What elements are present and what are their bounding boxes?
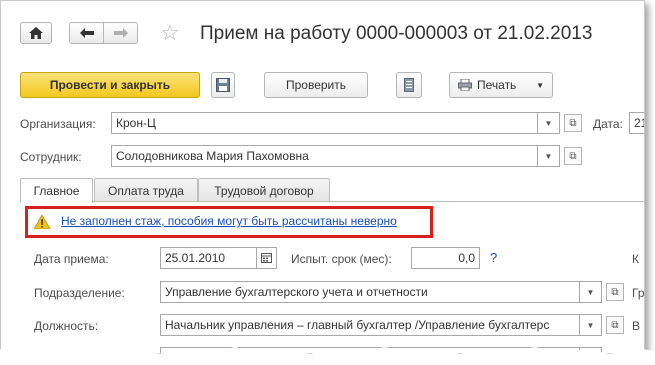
open-link-icon: ⧉ <box>569 150 577 162</box>
chevron-down-icon: ▼ <box>586 320 595 330</box>
save-button[interactable] <box>211 72 235 98</box>
probation-label: Испыт. срок (мес): <box>291 252 392 266</box>
warning-link[interactable]: Не заполнен стаж, пособия могут быть рас… <box>61 214 397 228</box>
employee-field[interactable]: Солодовникова Мария Пахомовна <box>111 145 538 167</box>
probation-help[interactable]: ? <box>490 250 497 265</box>
cut-off-label-2: Гр <box>632 286 645 300</box>
hire-date-label: Дата приема: <box>34 252 109 266</box>
tab-payment[interactable]: Оплата труда <box>94 178 198 202</box>
tab-divider <box>20 201 644 202</box>
tab-labor-contract[interactable]: Трудовой договор <box>198 178 330 202</box>
tab-main[interactable]: Главное <box>20 178 93 203</box>
department-label: Подразделение: <box>34 286 125 300</box>
print-label: Печать <box>477 78 517 92</box>
chevron-down-icon: ▼ <box>536 80 544 90</box>
home-button[interactable] <box>20 22 52 44</box>
document-window: ☆ Прием на работу 0000-000003 от 21.02.2… <box>0 0 645 354</box>
page-title: Прием на работу 0000-000003 от 21.02.201… <box>200 23 593 44</box>
home-icon <box>29 27 43 39</box>
cut-off-label-3: В <box>632 319 641 333</box>
department-dropdown[interactable]: ▼ <box>580 281 602 303</box>
organization-field[interactable]: Крон-Ц <box>111 112 538 134</box>
organization-open-button[interactable]: ⧉ <box>564 114 582 132</box>
hire-date-calendar-button[interactable] <box>257 247 277 269</box>
position-open-button[interactable]: ⧉ <box>606 316 624 334</box>
position-field[interactable]: Начальник управления – главный бухгалтер… <box>160 314 580 336</box>
department-open-button[interactable]: ⧉ <box>606 283 624 301</box>
probation-field[interactable]: 0,0 <box>411 247 480 269</box>
chevron-down-icon: ▼ <box>544 118 553 128</box>
arrow-right-icon <box>113 28 128 38</box>
document-journal-button[interactable] <box>396 72 422 98</box>
position-dropdown[interactable]: ▼ <box>580 314 602 336</box>
open-link-icon: ⧉ <box>569 117 577 129</box>
post-and-close-button[interactable]: Провести и закрыть <box>20 72 200 98</box>
back-button[interactable] <box>69 22 104 44</box>
print-button[interactable]: Печать ▼ <box>449 72 553 98</box>
torn-edge <box>0 347 655 365</box>
date-field[interactable]: 21 <box>629 112 644 134</box>
cut-off-label-1: К <box>632 252 639 266</box>
open-link-icon: ⧉ <box>611 286 619 298</box>
position-label: Должность: <box>34 319 99 333</box>
organization-label: Организация: <box>20 117 96 131</box>
chevron-down-icon: ▼ <box>586 287 595 297</box>
calendar-icon <box>261 253 272 263</box>
list-document-icon <box>404 78 414 92</box>
employee-dropdown[interactable]: ▼ <box>538 145 560 167</box>
floppy-disk-icon <box>216 78 230 92</box>
employee-open-button[interactable]: ⧉ <box>564 147 582 165</box>
chevron-down-icon: ▼ <box>544 151 553 161</box>
arrow-left-icon <box>79 28 94 38</box>
hire-date-field[interactable]: 25.01.2010 <box>160 247 257 269</box>
department-field[interactable]: Управление бухгалтерского учета и отчетн… <box>160 281 580 303</box>
open-link-icon: ⧉ <box>611 319 619 331</box>
favorite-star-icon[interactable]: ☆ <box>160 20 180 46</box>
warning-icon <box>34 215 50 229</box>
check-button[interactable]: Проверить <box>264 72 368 98</box>
forward-button[interactable] <box>104 22 138 44</box>
printer-icon <box>458 79 472 91</box>
employee-label: Сотрудник: <box>20 150 82 164</box>
organization-dropdown[interactable]: ▼ <box>538 112 560 134</box>
date-label: Дата: <box>593 117 623 131</box>
